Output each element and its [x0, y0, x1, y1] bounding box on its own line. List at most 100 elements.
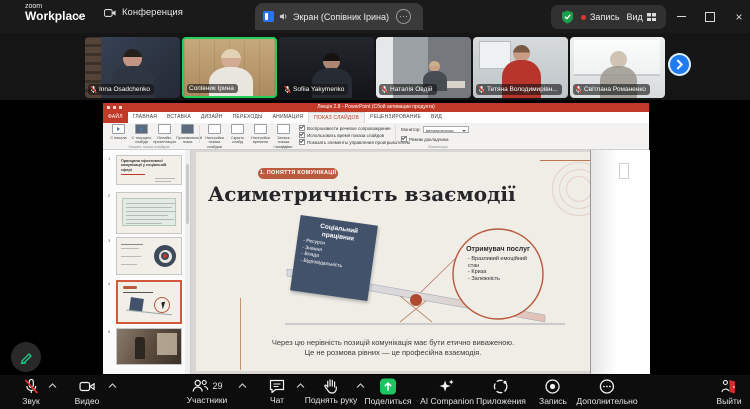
participant-name: Наталія Овдій [390, 86, 433, 93]
checkbox-play-narrations[interactable]: Воспроизвести речевое сопровождение [299, 125, 391, 131]
ai-companion-button[interactable]: AI Companion [420, 378, 474, 406]
ribbon-tab-animations[interactable]: АНИМАЦИЯ [268, 112, 309, 123]
leave-meeting-button[interactable]: Выйти [716, 378, 741, 406]
monitor-dropdown[interactable]: Автоматически [423, 126, 469, 133]
ribbon-group-monitors: Мониторы [403, 144, 473, 149]
video-tile-svitlana[interactable]: Світлана Романенко [570, 37, 665, 98]
participant-nameplate: Тетяна Володимирівн... [476, 84, 562, 95]
slide-thumbnail-2[interactable] [116, 192, 182, 234]
chat-options-chevron-icon[interactable] [296, 383, 305, 389]
raise-hand-button[interactable]: Поднять руку [305, 378, 358, 405]
quick-access-toolbar[interactable] [107, 106, 125, 109]
participant-name: Тетяна Володимирівн... [487, 86, 558, 93]
checkbox-presenter-view[interactable]: Режим докладчика [401, 136, 448, 142]
share-tab-more-icon[interactable] [396, 9, 411, 24]
thumb-number: 4 [108, 281, 110, 286]
slide-thumbnail-4-selected[interactable] [116, 280, 182, 324]
participants-options-chevron-icon[interactable] [238, 383, 247, 389]
leave-label: Выйти [716, 396, 741, 406]
from-current-slide-icon [135, 124, 148, 134]
participant-nameplate: Наталія Овдій [379, 84, 437, 95]
chevron-right-icon [675, 59, 684, 70]
thumb5-figure [135, 337, 145, 359]
shared-screen-label: Экран (Сопівник Ірина) [293, 12, 389, 22]
thumbnail-scrollbar[interactable] [185, 150, 190, 374]
more-button[interactable]: Дополнительно [576, 378, 637, 406]
ribbon-button-rehearse-timings[interactable]: Настройка времени [249, 124, 272, 142]
video-tile-sofiia[interactable]: Sofiia Yakymenko [279, 37, 374, 98]
slide-thumbnail-1[interactable]: Принципи ефективної комунікації у соціал… [116, 155, 182, 185]
chat-button[interactable]: Чат [269, 378, 286, 405]
mic-muted-icon [284, 85, 291, 94]
security-shield-icon[interactable] [561, 10, 574, 24]
checkbox-use-timings[interactable]: Использовать время показа слайдов [299, 132, 384, 138]
ribbon-tab-slideshow-active[interactable]: ПОКАЗ СЛАЙДОВ [308, 112, 365, 123]
window-minimize-button[interactable] [668, 0, 694, 33]
participants-button[interactable]: 29 Участники [187, 378, 228, 405]
setup-slideshow-icon [208, 124, 221, 134]
checkbox-icon [299, 132, 305, 138]
ribbon-button-present-online[interactable]: Онлайн-презентация [153, 124, 176, 142]
conference-tab-label: Конференция [122, 7, 183, 18]
apps-icon [492, 378, 509, 395]
ribbon-tab-design[interactable]: ДИЗАЙН [196, 112, 228, 123]
thumb5-window [157, 333, 177, 355]
ribbon-button-record-slideshow[interactable]: Запись показа слайдов [272, 124, 295, 142]
slide-thumbnail-5[interactable] [116, 328, 182, 365]
participants-count: 29 [212, 381, 222, 391]
participant-body [209, 67, 253, 98]
record-button[interactable]: Запись [539, 378, 567, 406]
ribbon-button-custom-show[interactable]: Произвольный показ [176, 124, 199, 142]
slide-decor-line [240, 298, 241, 370]
tab-conference[interactable]: Конференция [104, 7, 183, 18]
share-screen-button[interactable]: Поделиться [365, 378, 412, 406]
video-tile-sopivnyk-active-speaker[interactable]: Сопівник Ірина [182, 37, 277, 98]
ribbon-tab-transitions[interactable]: ПЕРЕХОДЫ [228, 112, 268, 123]
slide-thumbnail-3[interactable] [116, 237, 182, 275]
window-close-button[interactable]: × [726, 0, 750, 33]
apps-button[interactable]: Приложения [476, 378, 526, 406]
audio-options-chevron-icon[interactable] [48, 383, 57, 389]
from-beginning-icon [112, 124, 125, 134]
view-button[interactable]: Вид [627, 12, 656, 22]
mic-muted-icon [575, 85, 582, 94]
window-maximize-button[interactable] [697, 0, 723, 33]
ribbon-tab-insert[interactable]: ВСТАВКА [162, 112, 196, 123]
thumb1-title: Принципи ефективної комунікації у соціал… [117, 156, 181, 172]
audio-button[interactable]: Звук [22, 378, 39, 406]
recipient-circle-item: - Вразливий емоційний стан [462, 256, 534, 269]
conference-icon [104, 8, 116, 18]
next-participants-button[interactable] [668, 53, 691, 76]
ribbon-tab-home[interactable]: ГЛАВНАЯ [128, 112, 162, 123]
thumb-number: 5 [108, 329, 110, 334]
annotation-pencil-button[interactable] [11, 342, 41, 372]
participant-name: Світлана Романенко [584, 86, 646, 93]
ribbon-button-hide-slide[interactable]: Скрыть слайд [226, 124, 249, 142]
ribbon-button-setup-slideshow[interactable]: Настройка показа слайдов [203, 124, 226, 142]
top-bar: zoom Workplace Конференция Экран (Сопівн… [0, 0, 750, 33]
video-tile-nataliia[interactable]: Наталія Овдій [376, 37, 471, 98]
slide-scrollbar[interactable] [619, 163, 629, 179]
video-button[interactable]: Видео [75, 378, 100, 406]
ribbon-button-from-current-slide[interactable]: С текущего слайда [130, 124, 153, 142]
social-worker-card: Соціальний працівник - Ресурси - Знання … [290, 215, 378, 301]
thumb4-badge [123, 286, 137, 289]
speaker-icon [279, 12, 288, 21]
recording-indicator[interactable]: Запись [581, 12, 620, 22]
video-tile-tetiana[interactable]: Тетяна Володимирівн... [473, 37, 568, 98]
record-slideshow-icon [277, 124, 290, 134]
video-options-chevron-icon[interactable] [108, 383, 117, 389]
video-tile-inna[interactable]: Inna Osadchenko [85, 37, 180, 98]
pencil-icon [19, 350, 33, 364]
ribbon-tab-file[interactable]: ФАЙЛ [103, 112, 128, 123]
video-label: Видео [75, 396, 100, 406]
ribbon-button-from-beginning[interactable]: С начала [107, 124, 130, 142]
ribbon-tab-review[interactable]: РЕЦЕНЗИРОВАНИЕ [365, 112, 426, 123]
ribbon-separator [199, 125, 200, 143]
tab-shared-screen[interactable]: Экран (Сопівник Ірина) [255, 3, 423, 30]
service-recipient-circle: Отримувач послуг - Вразливий емоційний с… [462, 246, 534, 282]
workspace-chevron-down-icon[interactable] [76, 13, 84, 21]
monitor-selector[interactable]: Монитор: Автоматически [401, 126, 469, 133]
thumb1-text-bar [155, 178, 175, 179]
ribbon-tab-view[interactable]: ВИД [426, 112, 447, 123]
